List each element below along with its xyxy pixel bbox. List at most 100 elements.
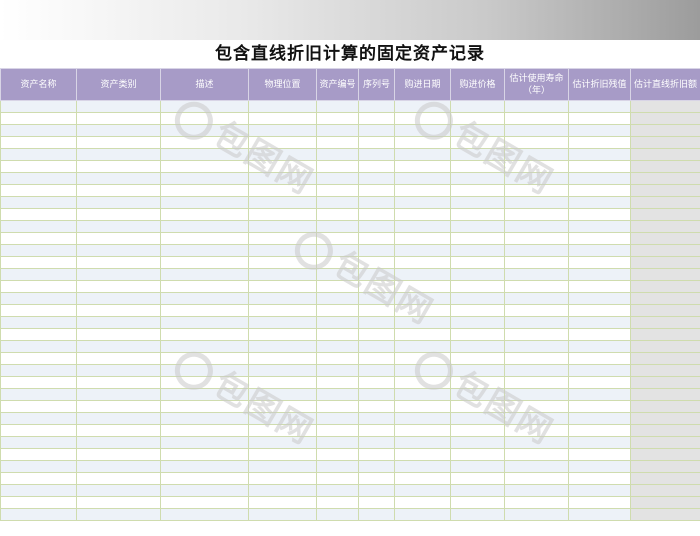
table-cell[interactable] (394, 280, 451, 293)
table-cell[interactable] (394, 136, 451, 149)
table-cell[interactable] (248, 448, 317, 461)
table-cell[interactable] (0, 364, 77, 377)
table-cell[interactable] (76, 364, 161, 377)
table-cell[interactable] (0, 196, 77, 209)
table-cell[interactable] (248, 136, 317, 149)
table-cell[interactable] (0, 208, 77, 221)
table-cell[interactable] (568, 184, 631, 197)
table-cell[interactable] (0, 496, 77, 509)
table-cell[interactable] (160, 460, 249, 473)
table-cell[interactable] (0, 112, 77, 125)
table-cell[interactable] (394, 232, 451, 245)
depreciation-cell[interactable] (630, 316, 700, 329)
table-cell[interactable] (394, 496, 451, 509)
table-cell[interactable] (76, 508, 161, 521)
col-header-location[interactable]: 物理位置 (248, 68, 317, 101)
table-cell[interactable] (76, 316, 161, 329)
table-cell[interactable] (358, 508, 395, 521)
table-cell[interactable] (316, 376, 359, 389)
table-cell[interactable] (0, 172, 77, 185)
table-cell[interactable] (0, 352, 77, 365)
table-cell[interactable] (248, 316, 317, 329)
table-cell[interactable] (568, 100, 631, 113)
table-cell[interactable] (394, 484, 451, 497)
table-cell[interactable] (160, 268, 249, 281)
table-cell[interactable] (394, 100, 451, 113)
table-cell[interactable] (248, 268, 317, 281)
table-cell[interactable] (568, 112, 631, 125)
table-cell[interactable] (450, 256, 505, 269)
table-cell[interactable] (358, 412, 395, 425)
table-cell[interactable] (568, 136, 631, 149)
table-cell[interactable] (248, 388, 317, 401)
table-cell[interactable] (568, 304, 631, 317)
table-cell[interactable] (0, 436, 77, 449)
table-cell[interactable] (394, 352, 451, 365)
table-cell[interactable] (394, 412, 451, 425)
col-header-asset-category[interactable]: 资产类别 (76, 68, 161, 101)
table-cell[interactable] (450, 196, 505, 209)
table-cell[interactable] (568, 124, 631, 137)
table-cell[interactable] (316, 256, 359, 269)
col-header-purchase-date[interactable]: 购进日期 (394, 68, 451, 101)
table-cell[interactable] (358, 328, 395, 341)
table-cell[interactable] (504, 112, 569, 125)
table-cell[interactable] (76, 220, 161, 233)
table-cell[interactable] (160, 280, 249, 293)
depreciation-cell[interactable] (630, 364, 700, 377)
table-cell[interactable] (248, 508, 317, 521)
table-cell[interactable] (568, 172, 631, 185)
table-cell[interactable] (568, 148, 631, 161)
table-cell[interactable] (504, 256, 569, 269)
table-cell[interactable] (76, 160, 161, 173)
table-cell[interactable] (316, 316, 359, 329)
table-cell[interactable] (568, 340, 631, 353)
table-cell[interactable] (0, 328, 77, 341)
table-cell[interactable] (316, 124, 359, 137)
table-cell[interactable] (76, 340, 161, 353)
table-cell[interactable] (568, 316, 631, 329)
depreciation-cell[interactable] (630, 328, 700, 341)
table-cell[interactable] (248, 124, 317, 137)
table-cell[interactable] (76, 124, 161, 137)
table-cell[interactable] (160, 112, 249, 125)
table-cell[interactable] (450, 424, 505, 437)
table-cell[interactable] (160, 244, 249, 257)
table-cell[interactable] (248, 460, 317, 473)
table-cell[interactable] (504, 424, 569, 437)
table-cell[interactable] (358, 172, 395, 185)
table-cell[interactable] (568, 376, 631, 389)
table-cell[interactable] (76, 376, 161, 389)
table-cell[interactable] (0, 184, 77, 197)
table-cell[interactable] (160, 184, 249, 197)
table-cell[interactable] (394, 256, 451, 269)
table-cell[interactable] (160, 448, 249, 461)
table-cell[interactable] (568, 400, 631, 413)
table-cell[interactable] (450, 460, 505, 473)
table-cell[interactable] (450, 148, 505, 161)
table-cell[interactable] (450, 304, 505, 317)
table-cell[interactable] (248, 340, 317, 353)
table-cell[interactable] (248, 424, 317, 437)
table-cell[interactable] (316, 484, 359, 497)
table-cell[interactable] (394, 316, 451, 329)
table-cell[interactable] (160, 328, 249, 341)
table-cell[interactable] (358, 496, 395, 509)
table-cell[interactable] (160, 100, 249, 113)
table-cell[interactable] (76, 232, 161, 245)
table-cell[interactable] (568, 496, 631, 509)
table-cell[interactable] (450, 208, 505, 221)
table-cell[interactable] (316, 112, 359, 125)
table-cell[interactable] (394, 208, 451, 221)
table-cell[interactable] (394, 244, 451, 257)
depreciation-cell[interactable] (630, 172, 700, 185)
table-cell[interactable] (316, 160, 359, 173)
table-cell[interactable] (394, 424, 451, 437)
table-cell[interactable] (160, 256, 249, 269)
table-cell[interactable] (160, 220, 249, 233)
table-cell[interactable] (316, 400, 359, 413)
table-cell[interactable] (0, 136, 77, 149)
table-cell[interactable] (504, 148, 569, 161)
table-cell[interactable] (76, 388, 161, 401)
depreciation-cell[interactable] (630, 496, 700, 509)
